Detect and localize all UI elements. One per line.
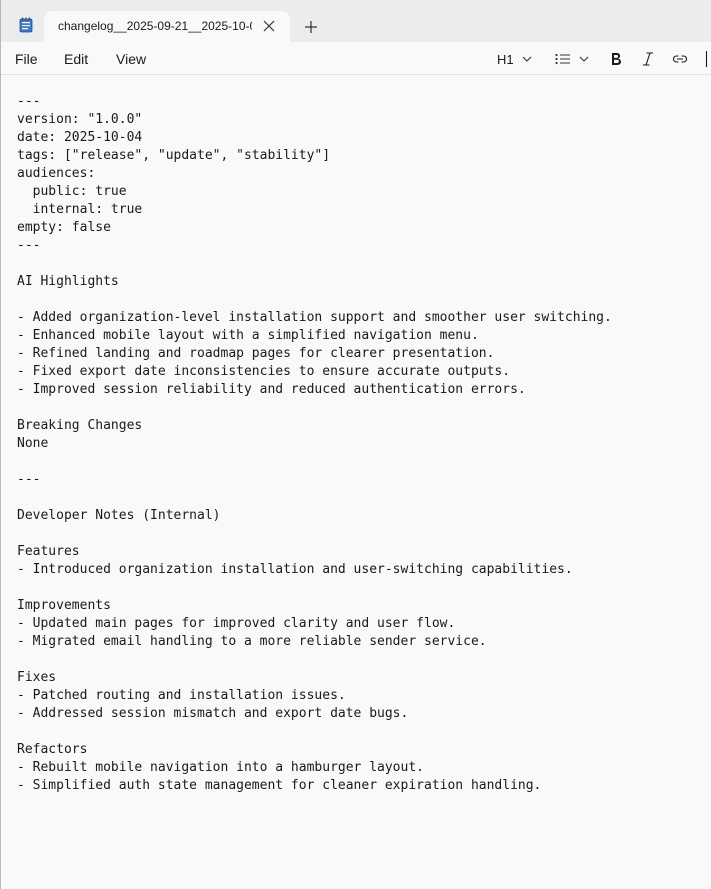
link-icon <box>672 54 688 64</box>
document-line: Fixes <box>17 670 57 685</box>
notepad-window: changelog__2025-09-21__2025-10-04.md Fil… <box>0 0 711 889</box>
document-text[interactable]: --- version: "1.0.0" date: 2025-10-04 tags:… <box>17 93 612 795</box>
new-tab-icon[interactable] <box>304 19 318 33</box>
bold-button[interactable] <box>610 48 622 70</box>
document-line: - Fixed export date inconsistencies to e… <box>17 364 511 379</box>
document-line: - Rebuilt mobile navigation into a hambu… <box>17 760 424 775</box>
tab-title: changelog__2025-09-21__2025-10-04.md <box>58 19 252 33</box>
document-line <box>17 255 612 273</box>
notepad-icon <box>19 17 33 33</box>
link-button[interactable] <box>672 48 688 70</box>
list-dropdown[interactable] <box>555 48 589 70</box>
document-line: - Simplified auth state management for c… <box>17 778 542 793</box>
document-line: Improvements <box>17 598 111 613</box>
document-line: --- <box>17 472 41 487</box>
document-line: - Introduced organization installation a… <box>17 562 573 577</box>
document-line: - Improved session reliability and reduc… <box>17 382 526 397</box>
italic-icon <box>642 52 654 66</box>
heading-label: H1 <box>497 51 514 67</box>
document-line: - Enhanced mobile layout with a simplifi… <box>17 328 479 343</box>
document-line <box>17 399 612 417</box>
document-line <box>17 723 612 741</box>
document-line: Developer Notes (Internal) <box>17 508 221 523</box>
document-line: internal: true <box>17 202 143 217</box>
chevron-down-icon <box>579 56 589 62</box>
tab-strip: changelog__2025-09-21__2025-10-04.md <box>1 0 711 42</box>
document-line: - Updated main pages for improved clarit… <box>17 616 456 631</box>
close-icon[interactable] <box>262 18 276 32</box>
bold-icon <box>610 52 622 66</box>
document-line: empty: false <box>17 220 111 235</box>
document-line: - Refined landing and roadmap pages for … <box>17 346 495 361</box>
document-line: - Added organization-level installation … <box>17 310 612 325</box>
menu-bar: File Edit View H1 <box>1 42 711 75</box>
document-line: None <box>17 436 49 451</box>
document-line <box>17 453 612 471</box>
document-line <box>17 579 612 597</box>
document-line: --- <box>17 94 41 109</box>
document-line: AI Highlights <box>17 274 119 289</box>
italic-button[interactable] <box>642 48 654 70</box>
document-line <box>17 651 612 669</box>
document-line: date: 2025-10-04 <box>17 130 143 145</box>
document-line: - Migrated email handling to a more reli… <box>17 634 487 649</box>
heading-dropdown[interactable]: H1 <box>497 48 532 70</box>
document-line <box>17 525 612 543</box>
document-line: - Patched routing and installation issue… <box>17 688 346 703</box>
document-line: Breaking Changes <box>17 418 143 433</box>
document-line: version: "1.0.0" <box>17 112 143 127</box>
tab-document[interactable]: changelog__2025-09-21__2025-10-04.md <box>44 11 290 42</box>
overflow-icon <box>705 48 711 70</box>
editor-area[interactable]: --- version: "1.0.0" date: 2025-10-04 tags:… <box>1 75 711 889</box>
document-line: --- <box>17 238 41 253</box>
more-options-button[interactable] <box>705 48 711 70</box>
document-line: public: true <box>17 184 127 199</box>
menu-edit[interactable]: Edit <box>64 51 88 67</box>
document-line: - Addressed session mismatch and export … <box>17 706 409 721</box>
menu-view[interactable]: View <box>116 51 146 67</box>
chevron-down-icon <box>522 56 532 62</box>
document-line: audiences: <box>17 166 96 181</box>
document-line: Features <box>17 544 80 559</box>
document-line <box>17 291 612 309</box>
document-line <box>17 489 612 507</box>
menu-file[interactable]: File <box>15 51 38 67</box>
document-line: Refactors <box>17 742 88 757</box>
document-line: tags: ["release", "update", "stability"] <box>17 148 331 163</box>
bulleted-list-icon <box>555 53 571 65</box>
